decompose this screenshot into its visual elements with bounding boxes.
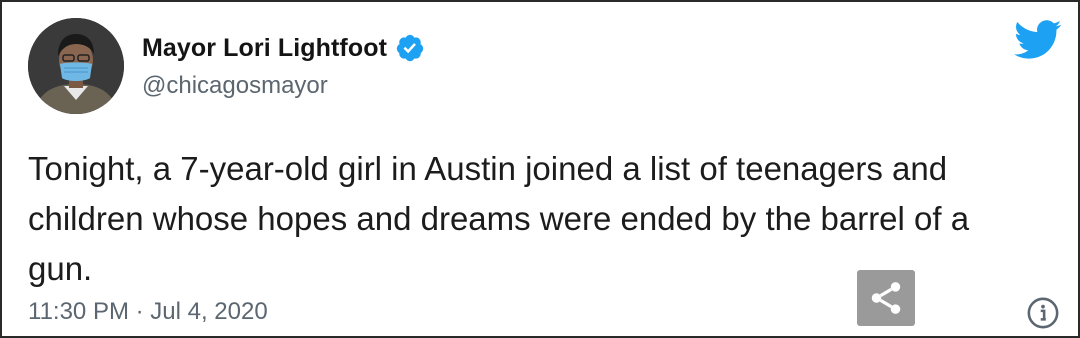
share-icon	[871, 282, 901, 314]
author-avatar[interactable]	[28, 18, 124, 114]
avatar-photo	[28, 18, 124, 114]
author-name-row: Mayor Lori Lightfoot	[142, 30, 425, 66]
info-icon[interactable]	[1026, 296, 1060, 330]
share-button[interactable]	[857, 270, 915, 326]
author-display-name[interactable]: Mayor Lori Lightfoot	[142, 34, 387, 63]
twitter-bird-icon[interactable]	[1014, 20, 1062, 60]
author-handle[interactable]: @chicagosmayor	[142, 72, 328, 100]
tweet-card: Mayor Lori Lightfoot @chicagosmayor Toni…	[0, 0, 1080, 338]
verified-badge-icon	[395, 33, 425, 63]
tweet-timestamp[interactable]: 11:30 PM · Jul 4, 2020	[28, 298, 268, 326]
